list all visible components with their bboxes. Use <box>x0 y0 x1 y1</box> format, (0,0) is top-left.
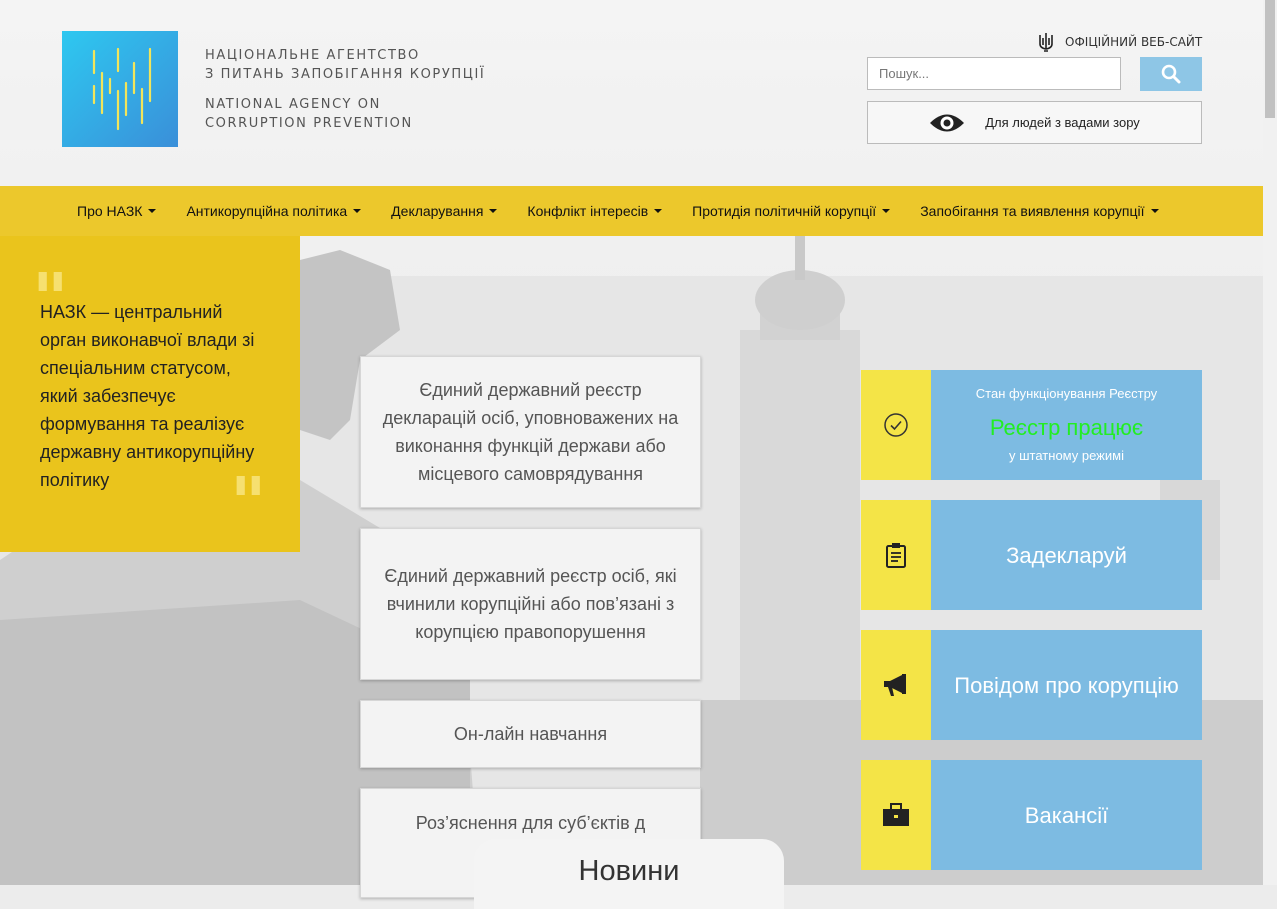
caret-down-icon <box>148 209 157 213</box>
report-corruption-label: Повідом про корупцію <box>931 630 1202 740</box>
logo-ua-line1: НАЦІОНАЛЬНЕ АГЕНТСТВО <box>205 48 420 63</box>
logo-title-en: NATIONAL AGENCY ON CORRUPTION PREVENTION <box>205 95 413 133</box>
vision-label: Для людей з вадами зору <box>985 115 1140 130</box>
page-scrollbar[interactable] <box>1263 0 1277 885</box>
tile-icon-cell <box>861 760 931 870</box>
nav-prevention-detection[interactable]: Запобігання та виявлення корупції <box>905 203 1173 219</box>
search-icon <box>1161 64 1181 84</box>
check-circle-icon <box>884 413 908 437</box>
close-quote-icon: " <box>230 461 267 544</box>
tile-icon-cell <box>861 630 931 740</box>
nav-label: Декларування <box>391 203 484 219</box>
nav-declaring[interactable]: Декларування <box>376 203 512 219</box>
trident-icon <box>1039 33 1053 52</box>
registry-status-tile[interactable]: Стан функціонування Реєстру Реєстр працю… <box>861 370 1202 480</box>
nav-about[interactable]: Про НАЗК <box>62 203 171 219</box>
caret-down-icon <box>353 209 362 213</box>
status-sub: у штатному режимі <box>1009 448 1124 463</box>
tile-icon-cell <box>861 500 931 610</box>
logo-ua-line2: З ПИТАНЬ ЗАПОБІГАННЯ КОРУПЦІЇ <box>205 67 486 82</box>
caret-down-icon <box>654 209 663 213</box>
card-label: Он-лайн навчання <box>453 724 608 744</box>
registry-status: Стан функціонування Реєстру Реєстр працю… <box>931 370 1202 480</box>
nav-conflict-of-interest[interactable]: Конфлікт інтересів <box>512 203 677 219</box>
vacancies-tile[interactable]: Вакансії <box>861 760 1202 870</box>
official-website-label: ОФІЦІЙНИЙ ВЕБ-САЙТ <box>1037 32 1202 52</box>
status-title: Стан функціонування Реєстру <box>975 386 1158 401</box>
card-label: Єдиний державний реєстр декларацій осіб,… <box>382 380 679 484</box>
visually-impaired-button[interactable]: Для людей з вадами зору <box>867 101 1202 144</box>
tile-icon-cell <box>861 370 931 480</box>
logo-title-ua: НАЦІОНАЛЬНЕ АГЕНТСТВО З ПИТАНЬ ЗАПОБІГАН… <box>205 46 485 84</box>
vacancies-label: Вакансії <box>931 760 1202 870</box>
nav-label: Конфлікт інтересів <box>527 203 649 219</box>
eye-icon <box>930 114 965 131</box>
nav-political-corruption[interactable]: Протидія політичній корупції <box>677 203 905 219</box>
status-main: Реєстр працює <box>989 415 1144 440</box>
official-text: ОФІЦІЙНИЙ ВЕБ-САЙТ <box>1065 35 1203 49</box>
logo-bars-icon <box>92 47 152 131</box>
search-input[interactable] <box>867 57 1121 90</box>
mission-quote: " НАЗК — центральний орган виконавчої вл… <box>0 236 300 552</box>
news-label: Новини <box>578 855 680 887</box>
logo-en-line2: CORRUPTION PREVENTION <box>205 116 413 131</box>
card-label: Роз’яснення для суб’єктів д <box>415 813 646 833</box>
megaphone-icon <box>884 674 906 696</box>
nav-label: Протидія політичній корупції <box>692 203 877 219</box>
nav-label: Антикорупційна політика <box>186 203 348 219</box>
briefcase-icon <box>883 803 909 826</box>
main-nav: Про НАЗК Антикорупційна політика Деклару… <box>0 186 1263 236</box>
nazk-logo[interactable] <box>62 31 178 147</box>
scrollbar-thumb[interactable] <box>1265 0 1275 118</box>
clipboard-icon <box>886 543 906 568</box>
online-training-link[interactable]: Он-лайн навчання <box>360 700 701 768</box>
caret-down-icon <box>489 209 498 213</box>
caret-down-icon <box>1150 209 1159 213</box>
declare-label: Задекларуй <box>931 500 1202 610</box>
search-button[interactable] <box>1140 57 1202 91</box>
card-label: Єдиний державний реєстр осіб, які вчинил… <box>384 566 677 642</box>
caret-down-icon <box>882 209 891 213</box>
nav-label: Про НАЗК <box>77 203 143 219</box>
declarations-registry-link[interactable]: Єдиний державний реєстр декларацій осіб,… <box>360 356 701 508</box>
logo-en-line1: NATIONAL AGENCY ON <box>205 97 381 112</box>
corruption-offenders-registry-link[interactable]: Єдиний державний реєстр осіб, які вчинил… <box>360 528 701 680</box>
nav-anticorruption-policy[interactable]: Антикорупційна політика <box>171 203 376 219</box>
news-tab[interactable]: Новини <box>474 839 784 909</box>
report-corruption-tile[interactable]: Повідом про корупцію <box>861 630 1202 740</box>
nav-label: Запобігання та виявлення корупції <box>920 203 1145 219</box>
declare-tile[interactable]: Задекларуй <box>861 500 1202 610</box>
